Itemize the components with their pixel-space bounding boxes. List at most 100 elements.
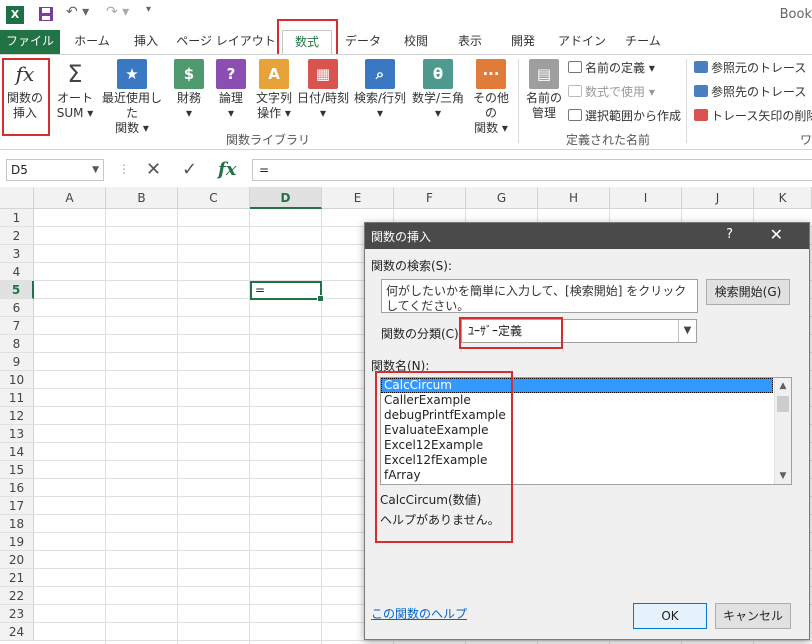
column-header-k[interactable]: K: [754, 187, 812, 209]
column-header-b[interactable]: B: [106, 187, 178, 209]
trace-precedents-label: 参照元のトレース: [711, 61, 807, 75]
scroll-thumb[interactable]: [777, 396, 789, 412]
formula-input[interactable]: =: [252, 159, 812, 181]
confirm-entry-icon[interactable]: ✓: [182, 160, 197, 180]
column-header-c[interactable]: C: [178, 187, 250, 209]
function-list[interactable]: CalcCircum CallerExample debugPrintfExam…: [380, 377, 792, 485]
chevron-up-icon[interactable]: ▲: [775, 378, 791, 394]
remove-arrows-button[interactable]: トレース矢印の削除: [694, 107, 812, 125]
use-in-formula-button[interactable]: 数式で使用 ▾: [568, 83, 655, 101]
function-search-input[interactable]: 何がしたいかを簡単に入力して、[検索開始] をクリックしてください。: [381, 279, 698, 313]
row-header[interactable]: 11: [0, 389, 34, 407]
function-help-link[interactable]: この関数のヘルプ: [371, 605, 467, 622]
autosum-button[interactable]: Σ オート SUM ▾: [54, 59, 96, 121]
list-item[interactable]: EvaluateExample: [381, 423, 773, 438]
list-item[interactable]: debugPrintfExample: [381, 408, 773, 423]
math-trig-button[interactable]: θ 数学/三角 ▾: [410, 59, 466, 121]
column-header-a[interactable]: A: [34, 187, 106, 209]
fx-icon: fx: [15, 62, 35, 86]
lookup-button[interactable]: ⌕ 検索/行列 ▾: [352, 59, 408, 121]
column-header-g[interactable]: G: [466, 187, 538, 209]
close-icon[interactable]: ✕: [770, 225, 783, 244]
dialog-title-bar[interactable]: 関数の挿入 ? ✕: [365, 223, 809, 249]
column-header-d[interactable]: D: [250, 187, 322, 209]
cancel-entry-icon[interactable]: ✕: [146, 160, 161, 180]
insert-function-button[interactable]: fx 関数の 挿入: [4, 59, 46, 121]
row-header[interactable]: 1: [0, 209, 34, 227]
column-header-f[interactable]: F: [394, 187, 466, 209]
name-box[interactable]: D5 ▼: [6, 159, 104, 181]
list-item[interactable]: Excel12fExample: [381, 453, 773, 468]
name-manager-label-1: 名前の: [525, 91, 562, 105]
row-header[interactable]: 7: [0, 317, 34, 335]
row-header[interactable]: 20: [0, 551, 34, 569]
tab-view[interactable]: 表示: [448, 30, 492, 54]
row-header[interactable]: 21: [0, 569, 34, 587]
more-label-2: 関数 ▾: [474, 121, 508, 135]
select-all-corner[interactable]: [0, 187, 34, 209]
insert-function-fx-icon[interactable]: fx: [218, 160, 236, 180]
list-item[interactable]: CalcCircum: [381, 378, 773, 393]
financial-button[interactable]: $ 財務 ▾: [170, 59, 208, 121]
row-header[interactable]: 6: [0, 299, 34, 317]
row-header[interactable]: 19: [0, 533, 34, 551]
logical-button[interactable]: ? 論理 ▾: [212, 59, 250, 121]
list-scrollbar[interactable]: ▲ ▼: [774, 378, 791, 484]
row-header[interactable]: 9: [0, 353, 34, 371]
trace-precedents-button[interactable]: 参照元のトレース: [694, 59, 806, 77]
row-header[interactable]: 18: [0, 515, 34, 533]
text-button[interactable]: A 文字列 操作 ▾: [254, 59, 294, 121]
help-icon[interactable]: ?: [726, 227, 733, 242]
row-header[interactable]: 24: [0, 623, 34, 641]
search-start-button[interactable]: 検索開始(G): [706, 279, 790, 305]
undo-icon[interactable]: ↶ ▾: [66, 4, 89, 20]
tab-page-layout[interactable]: ページ レイアウト: [174, 30, 278, 54]
tab-insert[interactable]: 挿入: [124, 30, 168, 54]
row-header[interactable]: 22: [0, 587, 34, 605]
list-item[interactable]: CallerExample: [381, 393, 773, 408]
tab-formulas[interactable]: 数式: [282, 30, 332, 55]
row-header[interactable]: 3: [0, 245, 34, 263]
recently-used-button[interactable]: ★ 最近使用した 関数 ▾: [98, 59, 166, 136]
create-from-selection-button[interactable]: 選択範囲から作成: [568, 107, 681, 125]
tab-home[interactable]: ホーム: [64, 30, 120, 54]
row-header[interactable]: 23: [0, 605, 34, 623]
datetime-button[interactable]: ▦ 日付/時刻 ▾: [296, 59, 350, 121]
customize-qat-icon[interactable]: ▾: [146, 4, 151, 15]
save-icon[interactable]: [38, 6, 54, 26]
trace-dependents-button[interactable]: 参照先のトレース: [694, 83, 806, 101]
more-functions-button[interactable]: ··· その他の 関数 ▾: [468, 59, 514, 136]
name-manager-button[interactable]: ▤ 名前の 管理: [522, 59, 566, 121]
row-header[interactable]: 13: [0, 425, 34, 443]
row-header[interactable]: 10: [0, 371, 34, 389]
category-select[interactable]: ﾕｰｻﾞｰ定義 ▼: [461, 319, 697, 343]
active-cell-d5[interactable]: =: [250, 281, 324, 302]
tab-data[interactable]: データ: [338, 30, 388, 54]
define-name-button[interactable]: 名前の定義 ▾: [568, 59, 655, 77]
tab-team[interactable]: チーム: [618, 30, 668, 54]
redo-icon[interactable]: ↷ ▾: [106, 4, 129, 20]
row-header[interactable]: 17: [0, 497, 34, 515]
text-label-2: 操作 ▾: [257, 106, 291, 120]
ok-button[interactable]: OK: [633, 603, 707, 629]
column-header-h[interactable]: H: [538, 187, 610, 209]
list-item[interactable]: fArray: [381, 468, 773, 483]
tab-addins[interactable]: アドイン: [554, 30, 610, 54]
chevron-down-icon[interactable]: ▼: [775, 468, 791, 484]
row-header[interactable]: 15: [0, 461, 34, 479]
column-header-j[interactable]: J: [682, 187, 754, 209]
row-header[interactable]: 5: [0, 281, 34, 299]
row-header[interactable]: 12: [0, 407, 34, 425]
list-item[interactable]: Excel12Example: [381, 438, 773, 453]
column-header-e[interactable]: E: [322, 187, 394, 209]
row-header[interactable]: 16: [0, 479, 34, 497]
tab-developer[interactable]: 開発: [500, 30, 546, 54]
tab-file[interactable]: ファイル: [0, 30, 60, 54]
tab-review[interactable]: 校閲: [394, 30, 438, 54]
cancel-button[interactable]: キャンセル: [715, 603, 791, 629]
column-header-i[interactable]: I: [610, 187, 682, 209]
row-header[interactable]: 4: [0, 263, 34, 281]
row-header[interactable]: 14: [0, 443, 34, 461]
row-header[interactable]: 8: [0, 335, 34, 353]
row-header[interactable]: 2: [0, 227, 34, 245]
